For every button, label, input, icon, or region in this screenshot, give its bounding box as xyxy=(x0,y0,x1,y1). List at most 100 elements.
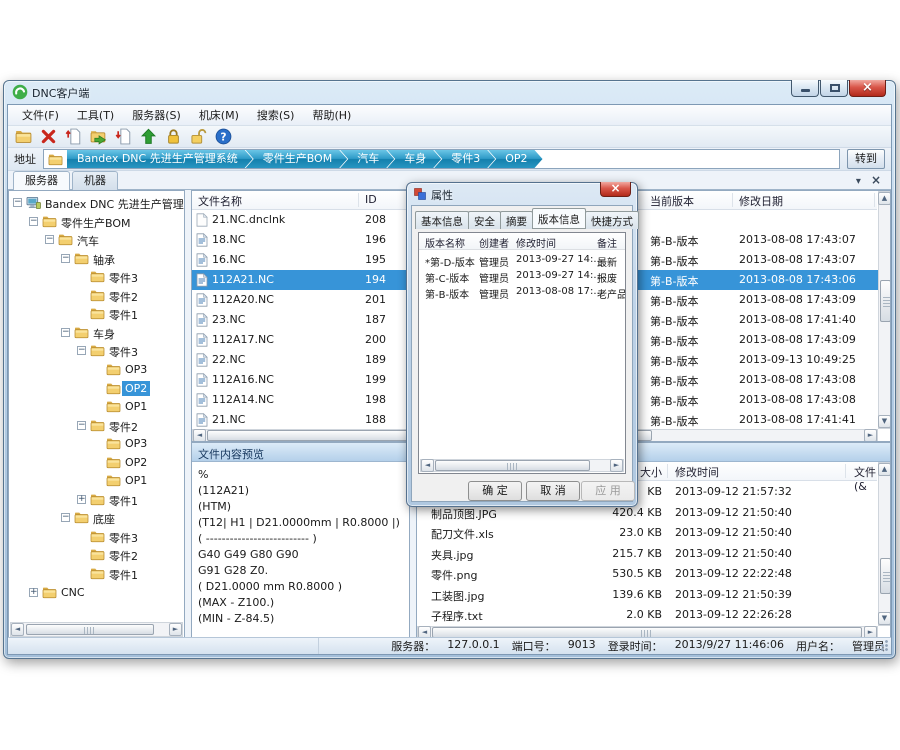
scroll-up-icon[interactable] xyxy=(878,192,891,205)
breadcrumb[interactable]: Bandex DNC 先进生产管理系统零件生产BOM汽车车身零件3OP2 xyxy=(43,149,840,169)
tree-item[interactable]: 零件生产BOM xyxy=(9,213,184,231)
tree-item[interactable]: 零件1 xyxy=(9,491,184,509)
scroll-left-icon[interactable] xyxy=(193,429,206,442)
dialog-tab-1[interactable]: 安全 xyxy=(468,211,501,229)
scroll-right-icon[interactable] xyxy=(864,429,877,442)
scroll-left-icon[interactable] xyxy=(11,623,24,636)
dialog-titlebar[interactable]: 属性 xyxy=(407,183,637,205)
tree-item[interactable]: OP2 xyxy=(9,454,184,472)
version-row[interactable]: *第-D-版本管理员2013-09-27 14:...最新 xyxy=(419,253,625,269)
tree-item[interactable]: 车身 xyxy=(9,324,184,342)
attachment-row[interactable]: 工装图.jpg139.6 KB2013-09-12 21:50:39 xyxy=(417,585,878,605)
menu-item-3[interactable]: 机床(M) xyxy=(190,105,248,125)
tree-item[interactable]: 底座 xyxy=(9,509,184,527)
tree-item[interactable]: OP2 xyxy=(9,380,184,398)
column-header-note[interactable]: 备注 xyxy=(597,235,617,250)
column-header-version-name[interactable]: 版本名称 xyxy=(425,235,465,250)
minimize-button[interactable] xyxy=(791,80,819,97)
version-row[interactable]: 第-B-版本管理员2013-08-08 17:...老产品程序 xyxy=(419,285,625,301)
tree-item[interactable]: OP3 xyxy=(9,435,184,453)
collapse-icon[interactable] xyxy=(61,328,70,337)
tree-item[interactable]: 零件3 xyxy=(9,342,184,360)
column-header-name[interactable]: 文件名称 xyxy=(198,193,242,209)
scroll-down-icon[interactable] xyxy=(878,415,891,428)
tree-item[interactable]: OP3 xyxy=(9,361,184,379)
menu-item-1[interactable]: 工具(T) xyxy=(68,105,123,125)
attachment-row[interactable]: 夹具.jpg215.7 KB2013-09-12 21:50:40 xyxy=(417,544,878,564)
breadcrumb-segment-2[interactable]: 汽车 xyxy=(340,150,394,168)
column-header-id[interactable]: ID xyxy=(365,193,377,206)
scroll-up-icon[interactable] xyxy=(878,463,891,476)
column-header-mod-time[interactable]: 修改时间 xyxy=(516,235,556,250)
scroll-right-icon[interactable] xyxy=(610,459,623,472)
tree-item[interactable]: OP1 xyxy=(9,472,184,490)
tree-item[interactable]: Bandex DNC 先进生产管理系统 xyxy=(9,194,184,212)
tree-item[interactable]: 零件1 xyxy=(9,305,184,323)
attachment-row[interactable]: 配刀文件.xls23.0 KB2013-09-12 21:50:40 xyxy=(417,523,878,543)
scroll-right-icon[interactable] xyxy=(169,623,182,636)
tree-item[interactable]: 零件2 xyxy=(9,546,184,564)
go-button[interactable]: 转到 xyxy=(847,149,885,169)
delete-icon[interactable] xyxy=(40,128,57,145)
version-row[interactable]: 第-C-版本管理员2013-09-27 14:...报废 xyxy=(419,269,625,285)
check-in-icon[interactable] xyxy=(115,128,132,145)
collapse-icon[interactable] xyxy=(77,346,86,355)
scroll-thumb[interactable] xyxy=(435,460,590,471)
breadcrumb-segment-3[interactable]: 车身 xyxy=(387,150,441,168)
cancel-button[interactable]: 取 消 xyxy=(526,481,580,501)
tree-hscrollbar[interactable] xyxy=(10,622,183,637)
apply-button[interactable]: 应 用 xyxy=(581,481,635,501)
attachment-row[interactable]: 子程序.txt2.0 KB2013-09-12 22:26:28 xyxy=(417,605,878,625)
help-icon[interactable]: ? xyxy=(215,128,232,145)
tab-machine[interactable]: 机器 xyxy=(72,171,118,190)
column-header-creator[interactable]: 创建者 xyxy=(479,235,509,250)
dialog-tab-4[interactable]: 快捷方式 xyxy=(585,211,639,229)
collapse-icon[interactable] xyxy=(61,254,70,263)
scroll-thumb[interactable] xyxy=(26,624,154,635)
new-folder-icon[interactable] xyxy=(15,128,32,145)
tree-item[interactable]: 汽车 xyxy=(9,231,184,249)
dialog-tab-3[interactable]: 版本信息 xyxy=(532,208,586,228)
tree-item[interactable]: OP1 xyxy=(9,398,184,416)
column-header-date[interactable]: 修改日期 xyxy=(739,193,783,209)
close-button[interactable] xyxy=(849,80,886,97)
dialog-tab-0[interactable]: 基本信息 xyxy=(415,211,469,229)
scroll-thumb[interactable] xyxy=(880,558,891,594)
menu-item-5[interactable]: 帮助(H) xyxy=(303,105,360,125)
menu-item-4[interactable]: 搜索(S) xyxy=(248,105,304,125)
unlock-icon[interactable] xyxy=(190,128,207,145)
tabstrip-close-icon[interactable] xyxy=(871,174,881,187)
tree-item[interactable]: 零件3 xyxy=(9,268,184,286)
send-to-folder-icon[interactable] xyxy=(90,128,107,145)
maximize-button[interactable] xyxy=(820,80,848,97)
tree-item[interactable]: 零件1 xyxy=(9,565,184,583)
version-list-hscrollbar[interactable] xyxy=(420,459,624,472)
breadcrumb-segment-4[interactable]: 零件3 xyxy=(434,150,495,168)
dialog-tab-2[interactable]: 摘要 xyxy=(500,211,533,229)
titlebar[interactable]: DNC客户端 xyxy=(4,81,895,104)
breadcrumb-segment-5[interactable]: OP2 xyxy=(488,150,542,168)
menu-item-0[interactable]: 文件(F) xyxy=(13,105,68,125)
column-header-time[interactable]: 修改时间 xyxy=(675,464,719,480)
tree-item[interactable]: 零件3 xyxy=(9,528,184,546)
tree-item[interactable]: CNC xyxy=(9,584,184,602)
column-header-version[interactable]: 当前版本 xyxy=(650,193,694,209)
check-out-icon[interactable] xyxy=(65,128,82,145)
collapse-icon[interactable] xyxy=(77,421,86,430)
scroll-thumb[interactable] xyxy=(880,280,891,322)
ok-button[interactable]: 确 定 xyxy=(468,481,522,501)
chevron-down-icon[interactable] xyxy=(856,174,861,187)
tree-item[interactable]: 零件2 xyxy=(9,287,184,305)
lock-icon[interactable] xyxy=(165,128,182,145)
resize-grip[interactable] xyxy=(876,639,889,652)
tree-item[interactable]: 零件2 xyxy=(9,417,184,435)
expand-icon[interactable] xyxy=(29,588,38,597)
file-list-vscrollbar[interactable] xyxy=(878,191,891,429)
attachments-vscrollbar[interactable] xyxy=(878,462,891,626)
collapse-icon[interactable] xyxy=(61,513,70,522)
collapse-icon[interactable] xyxy=(13,198,22,207)
scroll-down-icon[interactable] xyxy=(878,612,891,625)
attachment-row[interactable]: 零件.png530.5 KB2013-09-12 22:22:48 xyxy=(417,564,878,584)
menu-item-2[interactable]: 服务器(S) xyxy=(123,105,190,125)
collapse-icon[interactable] xyxy=(29,217,38,226)
